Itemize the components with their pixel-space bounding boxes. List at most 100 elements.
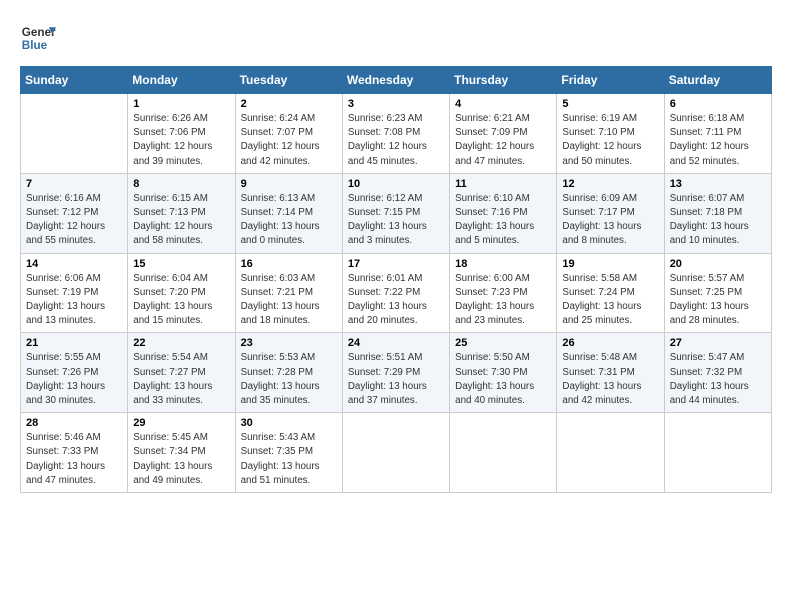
day-info: Sunrise: 5:47 AM Sunset: 7:32 PM Dayligh…: [670, 351, 766, 408]
logo-icon: General Blue: [20, 20, 56, 56]
day-cell: 14 Sunrise: 6:06 AM Sunset: 7:19 PM Dayli…: [21, 253, 128, 333]
day-info: Sunrise: 5:48 AM Sunset: 7:31 PM Dayligh…: [562, 351, 658, 408]
day-number: 1: [133, 98, 229, 110]
day-info: Sunrise: 6:13 AM Sunset: 7:14 PM Dayligh…: [241, 192, 337, 249]
day-cell: 10Sunrise: 6:12 AM Sunset: 7:15 PM Dayli…: [342, 173, 449, 253]
day-cell: [664, 413, 771, 493]
day-number: 29: [133, 417, 229, 429]
day-info: Sunrise: 6:16 AM Sunset: 7:12 PM Dayligh…: [26, 192, 122, 249]
day-number: 30: [241, 417, 337, 429]
week-row-2: 7 Sunrise: 6:16 AM Sunset: 7:12 PM Daylig…: [21, 173, 772, 253]
day-cell: 26 Sunrise: 5:48 AM Sunset: 7:31 PM Dayli…: [557, 333, 664, 413]
header: General Blue: [20, 20, 772, 56]
day-info: Sunrise: 6:09 AM Sunset: 7:17 PM Dayligh…: [562, 192, 658, 249]
day-cell: 9 Sunrise: 6:13 AM Sunset: 7:14 PM Daylig…: [235, 173, 342, 253]
day-number: 21: [26, 337, 122, 349]
day-cell: 27 Sunrise: 5:47 AM Sunset: 7:32 PM Dayli…: [664, 333, 771, 413]
day-number: 7: [26, 178, 122, 190]
day-number: 23: [241, 337, 337, 349]
weekday-header-thursday: Thursday: [450, 67, 557, 94]
day-cell: 22 Sunrise: 5:54 AM Sunset: 7:27 PM Dayli…: [128, 333, 235, 413]
weekday-header-row: SundayMondayTuesdayWednesdayThursdayFrid…: [21, 67, 772, 94]
day-number: 28: [26, 417, 122, 429]
day-info: Sunrise: 6:00 AM Sunset: 7:23 PM Dayligh…: [455, 272, 551, 329]
day-cell: 17 Sunrise: 6:01 AM Sunset: 7:22 PM Dayli…: [342, 253, 449, 333]
day-cell: 23 Sunrise: 5:53 AM Sunset: 7:28 PM Dayli…: [235, 333, 342, 413]
day-info: Sunrise: 6:06 AM Sunset: 7:19 PM Dayligh…: [26, 272, 122, 329]
day-number: 22: [133, 337, 229, 349]
day-number: 2: [241, 98, 337, 110]
day-info: Sunrise: 5:51 AM Sunset: 7:29 PM Dayligh…: [348, 351, 444, 408]
day-number: 11: [455, 178, 551, 190]
day-cell: 15Sunrise: 6:04 AM Sunset: 7:20 PM Dayli…: [128, 253, 235, 333]
day-number: 26: [562, 337, 658, 349]
day-info: Sunrise: 5:46 AM Sunset: 7:33 PM Dayligh…: [26, 431, 122, 488]
day-info: Sunrise: 5:58 AM Sunset: 7:24 PM Dayligh…: [562, 272, 658, 329]
day-cell: 29 Sunrise: 5:45 AM Sunset: 7:34 PM Dayli…: [128, 413, 235, 493]
day-cell: [342, 413, 449, 493]
day-info: Sunrise: 6:26 AM Sunset: 7:06 PM Dayligh…: [133, 112, 229, 169]
day-number: 20: [670, 258, 766, 270]
day-cell: [21, 94, 128, 174]
day-number: 5: [562, 98, 658, 110]
day-cell: 16 Sunrise: 6:03 AM Sunset: 7:21 PM Dayli…: [235, 253, 342, 333]
day-number: 19: [562, 258, 658, 270]
day-number: 8: [133, 178, 229, 190]
day-info: Sunrise: 5:45 AM Sunset: 7:34 PM Dayligh…: [133, 431, 229, 488]
day-cell: 3Sunrise: 6:23 AM Sunset: 7:08 PM Daylig…: [342, 94, 449, 174]
day-number: 24: [348, 337, 444, 349]
day-cell: 20 Sunrise: 5:57 AM Sunset: 7:25 PM Dayli…: [664, 253, 771, 333]
day-info: Sunrise: 5:43 AM Sunset: 7:35 PM Dayligh…: [241, 431, 337, 488]
weekday-header-saturday: Saturday: [664, 67, 771, 94]
day-info: Sunrise: 6:15 AM Sunset: 7:13 PM Dayligh…: [133, 192, 229, 249]
day-cell: 6 Sunrise: 6:18 AM Sunset: 7:11 PM Daylig…: [664, 94, 771, 174]
weekday-header-monday: Monday: [128, 67, 235, 94]
day-number: 14: [26, 258, 122, 270]
day-number: 3: [348, 98, 444, 110]
day-info: Sunrise: 6:03 AM Sunset: 7:21 PM Dayligh…: [241, 272, 337, 329]
day-number: 6: [670, 98, 766, 110]
day-number: 9: [241, 178, 337, 190]
day-info: Sunrise: 5:55 AM Sunset: 7:26 PM Dayligh…: [26, 351, 122, 408]
day-info: Sunrise: 6:10 AM Sunset: 7:16 PM Dayligh…: [455, 192, 551, 249]
day-info: Sunrise: 5:54 AM Sunset: 7:27 PM Dayligh…: [133, 351, 229, 408]
day-info: Sunrise: 6:19 AM Sunset: 7:10 PM Dayligh…: [562, 112, 658, 169]
day-cell: 25 Sunrise: 5:50 AM Sunset: 7:30 PM Dayli…: [450, 333, 557, 413]
day-info: Sunrise: 6:18 AM Sunset: 7:11 PM Dayligh…: [670, 112, 766, 169]
day-cell: 12Sunrise: 6:09 AM Sunset: 7:17 PM Dayli…: [557, 173, 664, 253]
day-cell: 19 Sunrise: 5:58 AM Sunset: 7:24 PM Dayli…: [557, 253, 664, 333]
day-cell: 18 Sunrise: 6:00 AM Sunset: 7:23 PM Dayli…: [450, 253, 557, 333]
day-cell: 13Sunrise: 6:07 AM Sunset: 7:18 PM Dayli…: [664, 173, 771, 253]
day-cell: 30 Sunrise: 5:43 AM Sunset: 7:35 PM Dayli…: [235, 413, 342, 493]
day-number: 27: [670, 337, 766, 349]
day-number: 4: [455, 98, 551, 110]
day-cell: 4Sunrise: 6:21 AM Sunset: 7:09 PM Daylig…: [450, 94, 557, 174]
day-info: Sunrise: 6:12 AM Sunset: 7:15 PM Dayligh…: [348, 192, 444, 249]
day-info: Sunrise: 6:24 AM Sunset: 7:07 PM Dayligh…: [241, 112, 337, 169]
day-info: Sunrise: 5:53 AM Sunset: 7:28 PM Dayligh…: [241, 351, 337, 408]
calendar-table: SundayMondayTuesdayWednesdayThursdayFrid…: [20, 66, 772, 493]
day-number: 17: [348, 258, 444, 270]
week-row-5: 28 Sunrise: 5:46 AM Sunset: 7:33 PM Dayli…: [21, 413, 772, 493]
day-cell: 21 Sunrise: 5:55 AM Sunset: 7:26 PM Dayli…: [21, 333, 128, 413]
svg-text:Blue: Blue: [22, 39, 48, 52]
day-info: Sunrise: 5:57 AM Sunset: 7:25 PM Dayligh…: [670, 272, 766, 329]
day-cell: 24 Sunrise: 5:51 AM Sunset: 7:29 PM Dayli…: [342, 333, 449, 413]
day-info: Sunrise: 6:01 AM Sunset: 7:22 PM Dayligh…: [348, 272, 444, 329]
week-row-4: 21 Sunrise: 5:55 AM Sunset: 7:26 PM Dayli…: [21, 333, 772, 413]
day-cell: 7 Sunrise: 6:16 AM Sunset: 7:12 PM Daylig…: [21, 173, 128, 253]
day-number: 16: [241, 258, 337, 270]
weekday-header-tuesday: Tuesday: [235, 67, 342, 94]
day-cell: [450, 413, 557, 493]
day-cell: 8 Sunrise: 6:15 AM Sunset: 7:13 PM Daylig…: [128, 173, 235, 253]
day-number: 25: [455, 337, 551, 349]
day-cell: 5 Sunrise: 6:19 AM Sunset: 7:10 PM Daylig…: [557, 94, 664, 174]
weekday-header-friday: Friday: [557, 67, 664, 94]
week-row-1: 1 Sunrise: 6:26 AM Sunset: 7:06 PM Daylig…: [21, 94, 772, 174]
day-cell: 2 Sunrise: 6:24 AM Sunset: 7:07 PM Daylig…: [235, 94, 342, 174]
weekday-header-sunday: Sunday: [21, 67, 128, 94]
day-info: Sunrise: 5:50 AM Sunset: 7:30 PM Dayligh…: [455, 351, 551, 408]
day-number: 18: [455, 258, 551, 270]
day-number: 15: [133, 258, 229, 270]
day-cell: [557, 413, 664, 493]
